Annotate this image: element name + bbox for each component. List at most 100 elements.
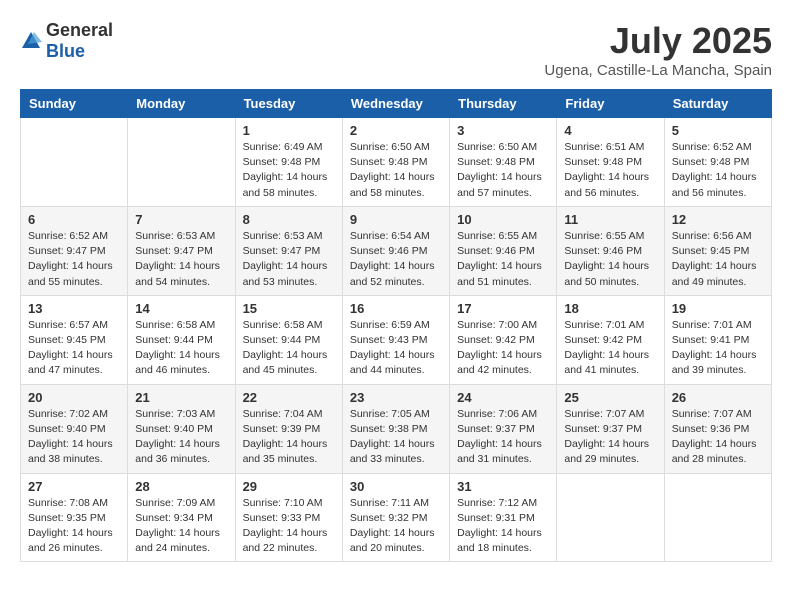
weekday-header-thursday: Thursday [450,90,557,118]
calendar-cell: 30 Sunrise: 7:11 AM Sunset: 9:32 PM Dayli… [342,473,449,562]
day-number: 1 [243,123,335,138]
day-info: Sunrise: 7:07 AM Sunset: 9:37 PM Dayligh… [564,407,656,468]
day-number: 21 [135,390,227,405]
day-number: 8 [243,212,335,227]
logo: General Blue [20,20,113,62]
calendar-cell: 16 Sunrise: 6:59 AM Sunset: 9:43 PM Dayli… [342,295,449,384]
day-info: Sunrise: 7:01 AM Sunset: 9:41 PM Dayligh… [672,318,764,379]
day-info: Sunrise: 7:03 AM Sunset: 9:40 PM Dayligh… [135,407,227,468]
day-number: 28 [135,479,227,494]
calendar-cell: 1 Sunrise: 6:49 AM Sunset: 9:48 PM Daylig… [235,118,342,207]
calendar-cell: 13Sunrise: 6:57 AM Sunset: 9:45 PM Dayli… [21,295,128,384]
calendar-cell: 4 Sunrise: 6:51 AM Sunset: 9:48 PM Daylig… [557,118,664,207]
page-header: General Blue July 2025 Ugena, Castille-L… [20,20,772,79]
weekday-header-saturday: Saturday [664,90,771,118]
calendar-cell [128,118,235,207]
day-info: Sunrise: 7:02 AM Sunset: 9:40 PM Dayligh… [28,407,120,468]
day-info: Sunrise: 6:58 AM Sunset: 9:44 PM Dayligh… [243,318,335,379]
weekday-header-friday: Friday [557,90,664,118]
calendar-cell: 19Sunrise: 7:01 AM Sunset: 9:41 PM Dayli… [664,295,771,384]
day-info: Sunrise: 7:07 AM Sunset: 9:36 PM Dayligh… [672,407,764,468]
calendar-cell: 20 Sunrise: 7:02 AM Sunset: 9:40 PM Dayli… [21,384,128,473]
day-info: Sunrise: 7:00 AM Sunset: 9:42 PM Dayligh… [457,318,549,379]
calendar-cell: 22 Sunrise: 7:04 AM Sunset: 9:39 PM Dayli… [235,384,342,473]
day-number: 20 [28,390,120,405]
day-number: 3 [457,123,549,138]
day-number: 24 [457,390,549,405]
calendar-week-row: 13Sunrise: 6:57 AM Sunset: 9:45 PM Dayli… [21,295,772,384]
day-info: Sunrise: 7:06 AM Sunset: 9:37 PM Dayligh… [457,407,549,468]
calendar-cell: 15 Sunrise: 6:58 AM Sunset: 9:44 PM Dayli… [235,295,342,384]
day-info: Sunrise: 6:55 AM Sunset: 9:46 PM Dayligh… [457,229,549,290]
day-info: Sunrise: 6:55 AM Sunset: 9:46 PM Dayligh… [564,229,656,290]
day-number: 15 [243,301,335,316]
calendar-cell: 21 Sunrise: 7:03 AM Sunset: 9:40 PM Dayli… [128,384,235,473]
calendar-cell: 14Sunrise: 6:58 AM Sunset: 9:44 PM Dayli… [128,295,235,384]
day-number: 4 [564,123,656,138]
title-area: July 2025 Ugena, Castille-La Mancha, Spa… [544,20,772,79]
calendar-cell: 26 Sunrise: 7:07 AM Sunset: 9:36 PM Dayli… [664,384,771,473]
day-info: Sunrise: 7:08 AM Sunset: 9:35 PM Dayligh… [28,496,120,557]
calendar-cell: 28 Sunrise: 7:09 AM Sunset: 9:34 PM Dayli… [128,473,235,562]
calendar-cell: 11Sunrise: 6:55 AM Sunset: 9:46 PM Dayli… [557,206,664,295]
day-info: Sunrise: 6:52 AM Sunset: 9:47 PM Dayligh… [28,229,120,290]
calendar-cell: 31 Sunrise: 7:12 AM Sunset: 9:31 PM Dayli… [450,473,557,562]
day-info: Sunrise: 7:01 AM Sunset: 9:42 PM Dayligh… [564,318,656,379]
logo-icon [20,30,42,52]
calendar-cell: 29Sunrise: 7:10 AM Sunset: 9:33 PM Dayli… [235,473,342,562]
day-info: Sunrise: 7:05 AM Sunset: 9:38 PM Dayligh… [350,407,442,468]
day-number: 18 [564,301,656,316]
day-info: Sunrise: 6:53 AM Sunset: 9:47 PM Dayligh… [135,229,227,290]
calendar-week-row: 6 Sunrise: 6:52 AM Sunset: 9:47 PM Daylig… [21,206,772,295]
weekday-header-row: SundayMondayTuesdayWednesdayThursdayFrid… [21,90,772,118]
calendar-cell: 8 Sunrise: 6:53 AM Sunset: 9:47 PM Daylig… [235,206,342,295]
day-info: Sunrise: 6:59 AM Sunset: 9:43 PM Dayligh… [350,318,442,379]
calendar-cell: 5 Sunrise: 6:52 AM Sunset: 9:48 PM Daylig… [664,118,771,207]
calendar-cell: 2Sunrise: 6:50 AM Sunset: 9:48 PM Daylig… [342,118,449,207]
day-info: Sunrise: 7:09 AM Sunset: 9:34 PM Dayligh… [135,496,227,557]
calendar-cell: 6 Sunrise: 6:52 AM Sunset: 9:47 PM Daylig… [21,206,128,295]
day-number: 26 [672,390,764,405]
day-info: Sunrise: 6:49 AM Sunset: 9:48 PM Dayligh… [243,140,335,201]
calendar-cell: 25 Sunrise: 7:07 AM Sunset: 9:37 PM Dayli… [557,384,664,473]
day-info: Sunrise: 6:51 AM Sunset: 9:48 PM Dayligh… [564,140,656,201]
calendar-cell [557,473,664,562]
calendar-cell: 18 Sunrise: 7:01 AM Sunset: 9:42 PM Dayli… [557,295,664,384]
calendar-cell [21,118,128,207]
logo-general: General [46,20,113,40]
day-number: 25 [564,390,656,405]
day-info: Sunrise: 6:52 AM Sunset: 9:48 PM Dayligh… [672,140,764,201]
day-number: 29 [243,479,335,494]
day-info: Sunrise: 6:54 AM Sunset: 9:46 PM Dayligh… [350,229,442,290]
day-number: 14 [135,301,227,316]
calendar-cell: 17 Sunrise: 7:00 AM Sunset: 9:42 PM Dayli… [450,295,557,384]
calendar-cell: 3Sunrise: 6:50 AM Sunset: 9:48 PM Daylig… [450,118,557,207]
day-info: Sunrise: 6:56 AM Sunset: 9:45 PM Dayligh… [672,229,764,290]
location-subtitle: Ugena, Castille-La Mancha, Spain [544,62,772,79]
calendar-cell: 7Sunrise: 6:53 AM Sunset: 9:47 PM Daylig… [128,206,235,295]
day-info: Sunrise: 7:12 AM Sunset: 9:31 PM Dayligh… [457,496,549,557]
day-info: Sunrise: 7:11 AM Sunset: 9:32 PM Dayligh… [350,496,442,557]
calendar-cell: 24 Sunrise: 7:06 AM Sunset: 9:37 PM Dayli… [450,384,557,473]
day-number: 30 [350,479,442,494]
calendar-cell: 12 Sunrise: 6:56 AM Sunset: 9:45 PM Dayli… [664,206,771,295]
weekday-header-tuesday: Tuesday [235,90,342,118]
day-number: 12 [672,212,764,227]
day-number: 31 [457,479,549,494]
calendar-table: SundayMondayTuesdayWednesdayThursdayFrid… [20,89,772,562]
day-number: 17 [457,301,549,316]
day-number: 6 [28,212,120,227]
day-number: 10 [457,212,549,227]
day-info: Sunrise: 7:04 AM Sunset: 9:39 PM Dayligh… [243,407,335,468]
day-number: 5 [672,123,764,138]
day-number: 22 [243,390,335,405]
day-number: 16 [350,301,442,316]
calendar-cell: 9Sunrise: 6:54 AM Sunset: 9:46 PM Daylig… [342,206,449,295]
calendar-week-row: 1 Sunrise: 6:49 AM Sunset: 9:48 PM Daylig… [21,118,772,207]
calendar-week-row: 27Sunrise: 7:08 AM Sunset: 9:35 PM Dayli… [21,473,772,562]
day-number: 13 [28,301,120,316]
day-number: 23 [350,390,442,405]
day-info: Sunrise: 6:53 AM Sunset: 9:47 PM Dayligh… [243,229,335,290]
weekday-header-sunday: Sunday [21,90,128,118]
logo-blue: Blue [46,41,85,61]
